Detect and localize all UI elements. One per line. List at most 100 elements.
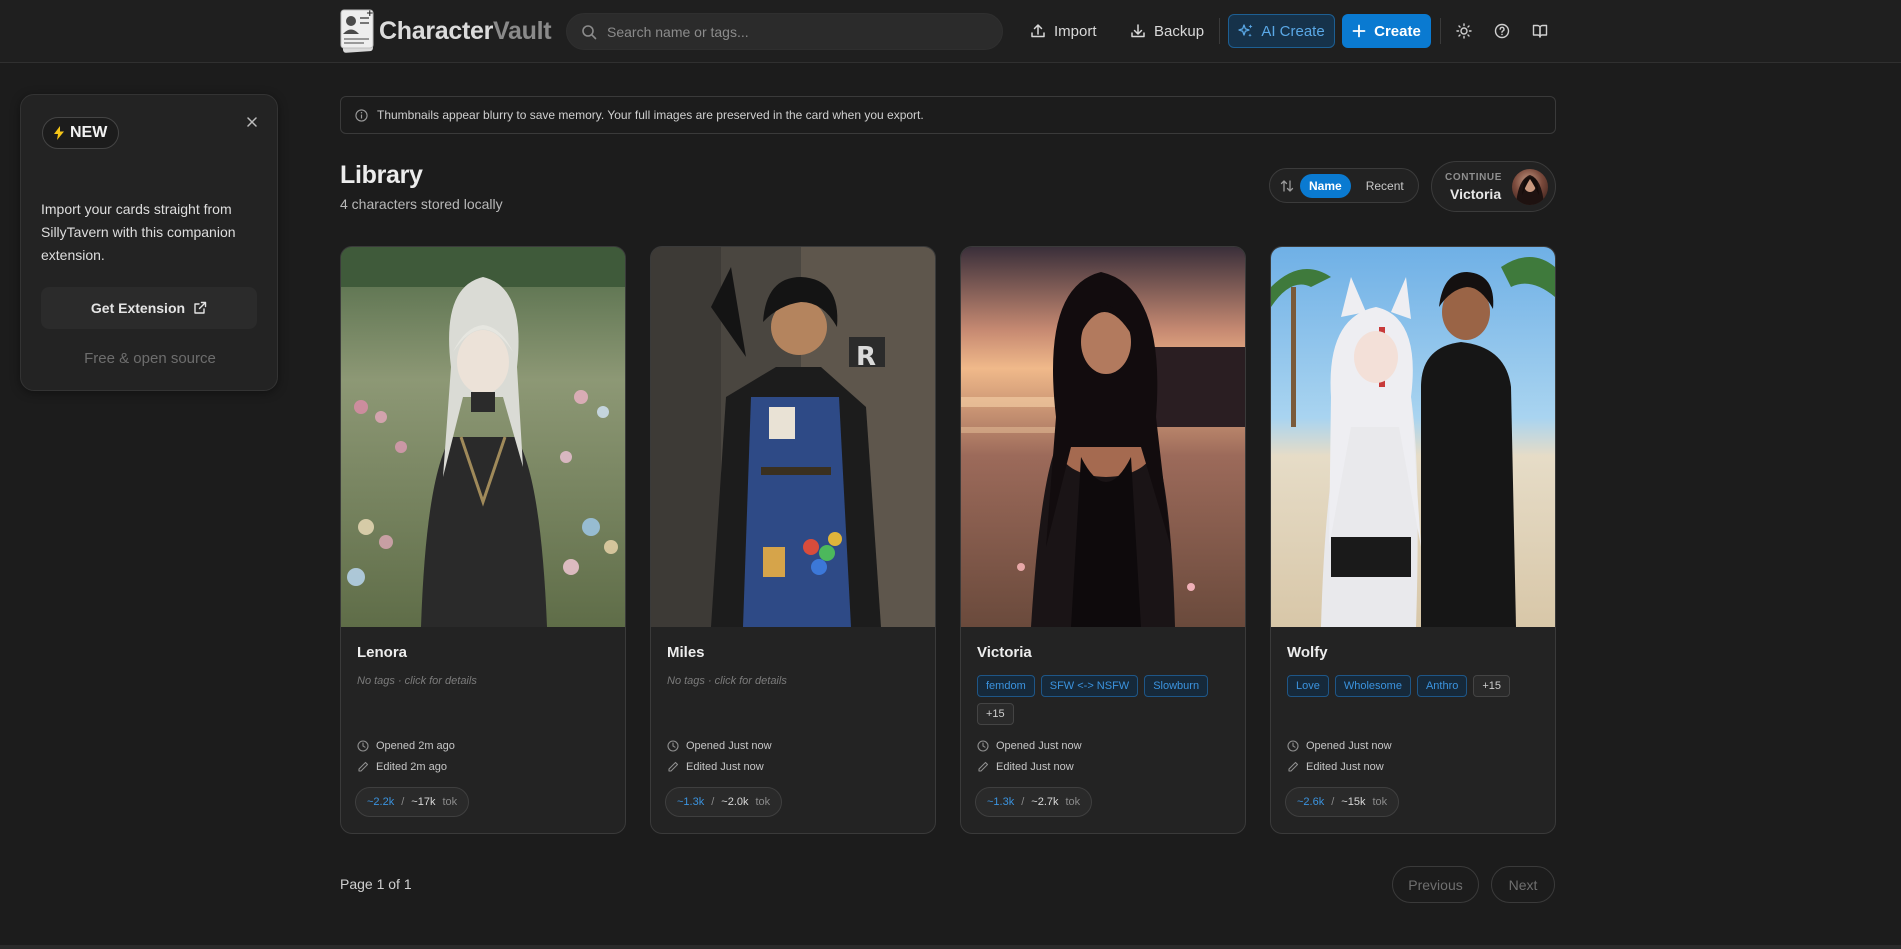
character-card[interactable]: Victoria femdom SFW <-> NSFW Slowburn +1… xyxy=(960,246,1246,834)
close-icon[interactable] xyxy=(244,114,260,130)
pencil-icon xyxy=(668,761,679,772)
token-count: ~1.3k / ~2.7k tok xyxy=(975,787,1093,817)
character-thumbnail xyxy=(341,247,625,627)
opened-text: Opened Just now xyxy=(1306,740,1392,752)
continue-character-name: Victoria xyxy=(1450,186,1502,202)
character-thumbnail xyxy=(1271,247,1555,627)
next-page-button[interactable]: Next xyxy=(1491,866,1555,903)
more-tags-chip[interactable]: +15 xyxy=(1473,675,1511,697)
docs-button[interactable] xyxy=(1529,20,1551,42)
tag-chip[interactable]: Slowburn xyxy=(1144,675,1209,697)
character-card[interactable]: R Miles No tags · click for details Open… xyxy=(650,246,936,834)
info-icon xyxy=(355,108,368,122)
tag-chip[interactable]: Anthro xyxy=(1416,675,1468,697)
token-total: ~2.0k xyxy=(721,796,749,808)
tag-chip[interactable]: SFW <-> NSFW xyxy=(1040,675,1139,697)
edited-time: Edited Just now xyxy=(1287,761,1384,773)
sort-name-option[interactable]: Name xyxy=(1300,173,1351,198)
app-logo[interactable]: + CharacterVault xyxy=(339,8,552,54)
edited-time: Edited 2m ago xyxy=(357,761,447,773)
theme-toggle-button[interactable] xyxy=(1453,20,1475,42)
promo-description: Import your cards straight from SillyTav… xyxy=(41,201,236,263)
backup-label: Backup xyxy=(1154,22,1205,40)
help-circle-icon xyxy=(1494,23,1510,39)
more-tags-chip[interactable]: +15 xyxy=(977,703,1014,725)
opened-text: Opened Just now xyxy=(996,740,1082,752)
sparkles-icon xyxy=(1238,24,1253,37)
tag-list: Love Wholesome Anthro +15 xyxy=(1287,675,1543,697)
token-perm: ~2.2k xyxy=(367,796,395,808)
plus-icon xyxy=(1352,24,1366,38)
app-title-part2: Vault xyxy=(493,16,552,45)
opened-time: Opened Just now xyxy=(977,740,1082,752)
edited-text: Edited 2m ago xyxy=(376,761,447,773)
token-total: ~15k xyxy=(1341,796,1366,808)
svg-text:+: + xyxy=(366,9,374,19)
get-extension-label: Get Extension xyxy=(90,300,186,316)
pencil-icon xyxy=(1288,761,1299,772)
edited-text: Edited Just now xyxy=(1306,761,1384,773)
opened-time: Opened Just now xyxy=(667,740,772,752)
clock-icon xyxy=(357,740,369,752)
continue-button[interactable]: CONTINUE Victoria xyxy=(1431,161,1556,212)
page-indicator: Page 1 of 1 xyxy=(340,876,412,892)
character-thumbnail: R xyxy=(651,247,935,627)
continue-label: CONTINUE xyxy=(1445,172,1503,183)
avatar xyxy=(1512,169,1548,205)
sort-arrows-icon xyxy=(1280,179,1294,192)
ai-create-label: AI Create xyxy=(1261,22,1325,40)
clock-icon xyxy=(977,740,989,752)
header-divider xyxy=(1219,18,1220,44)
promo-footer: Free & open source xyxy=(84,350,216,367)
svg-text:R: R xyxy=(856,342,876,372)
character-name: Victoria xyxy=(977,644,1032,661)
token-unit: tok xyxy=(755,796,771,808)
book-open-icon xyxy=(1532,24,1548,38)
token-unit: tok xyxy=(442,796,458,808)
top-header: + CharacterVault Import Backup AI Create xyxy=(0,0,1901,63)
edited-time: Edited Just now xyxy=(667,761,764,773)
create-button[interactable]: Create xyxy=(1342,14,1431,48)
character-card[interactable]: Wolfy Love Wholesome Anthro +15 Opened J… xyxy=(1270,246,1556,834)
tag-chip[interactable]: femdom xyxy=(977,675,1035,697)
sort-recent-option[interactable]: Recent xyxy=(1357,174,1413,198)
get-extension-button[interactable]: Get Extension xyxy=(41,287,257,329)
create-label: Create xyxy=(1374,22,1421,40)
tag-chip[interactable]: Love xyxy=(1287,675,1329,697)
app-title-part1: Character xyxy=(379,16,494,45)
pencil-icon xyxy=(358,761,369,772)
token-count: ~1.3k / ~2.0k tok xyxy=(665,787,783,817)
tag-list: femdom SFW <-> NSFW Slowburn +15 xyxy=(977,675,1233,725)
download-icon xyxy=(1131,24,1145,38)
opened-time: Opened Just now xyxy=(1287,740,1392,752)
token-total: ~17k xyxy=(411,796,436,808)
search-icon xyxy=(582,24,597,39)
help-button[interactable] xyxy=(1491,20,1513,42)
no-tags-hint: No tags · click for details xyxy=(357,675,477,687)
extension-promo-card: NEW Import your cards straight from Sill… xyxy=(20,94,278,391)
page-title: Library xyxy=(340,161,423,189)
ai-create-button[interactable]: AI Create xyxy=(1228,14,1335,48)
token-count: ~2.2k / ~17k tok xyxy=(355,787,470,817)
character-thumbnail xyxy=(961,247,1245,627)
opened-time: Opened 2m ago xyxy=(357,740,455,752)
character-name: Lenora xyxy=(357,644,408,661)
previous-page-button[interactable]: Previous xyxy=(1392,866,1479,903)
search-input[interactable] xyxy=(607,23,987,40)
token-unit: tok xyxy=(1065,796,1081,808)
library-count: 4 characters stored locally xyxy=(340,196,503,212)
tag-chip[interactable]: Wholesome xyxy=(1334,675,1411,697)
token-separator: / xyxy=(401,796,405,808)
lightning-icon xyxy=(54,126,64,140)
character-card[interactable]: Lenora No tags · click for details Opene… xyxy=(340,246,626,834)
token-separator: / xyxy=(711,796,715,808)
thumbnail-notice: Thumbnails appear blurry to save memory.… xyxy=(340,96,1556,134)
opened-text: Opened 2m ago xyxy=(376,740,455,752)
token-perm: ~1.3k xyxy=(987,796,1015,808)
backup-button[interactable]: Backup xyxy=(1122,14,1212,48)
search-box[interactable] xyxy=(566,13,1003,50)
clock-icon xyxy=(667,740,679,752)
import-button[interactable]: Import xyxy=(1022,14,1105,48)
token-total: ~2.7k xyxy=(1031,796,1059,808)
token-perm: ~2.6k xyxy=(1297,796,1325,808)
